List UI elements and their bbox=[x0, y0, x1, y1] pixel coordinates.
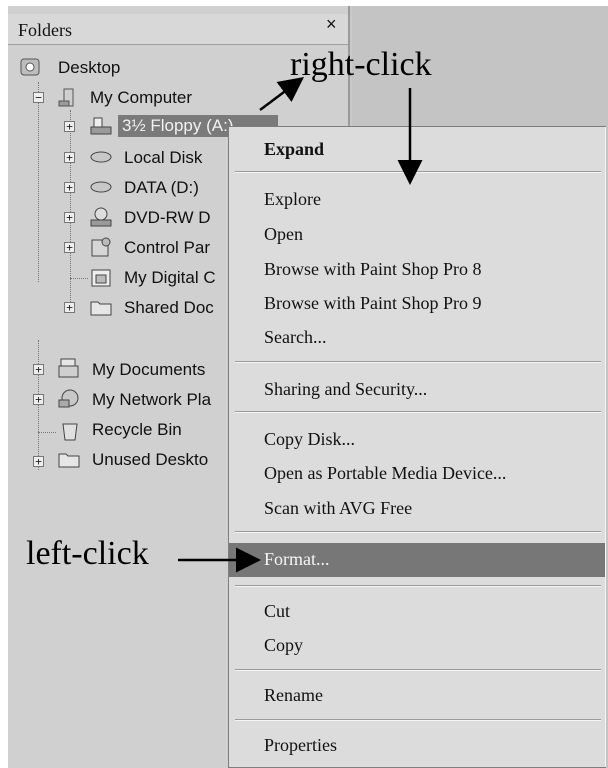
right-click-arrow bbox=[259, 77, 304, 111]
annotation-arrows bbox=[178, 77, 423, 573]
